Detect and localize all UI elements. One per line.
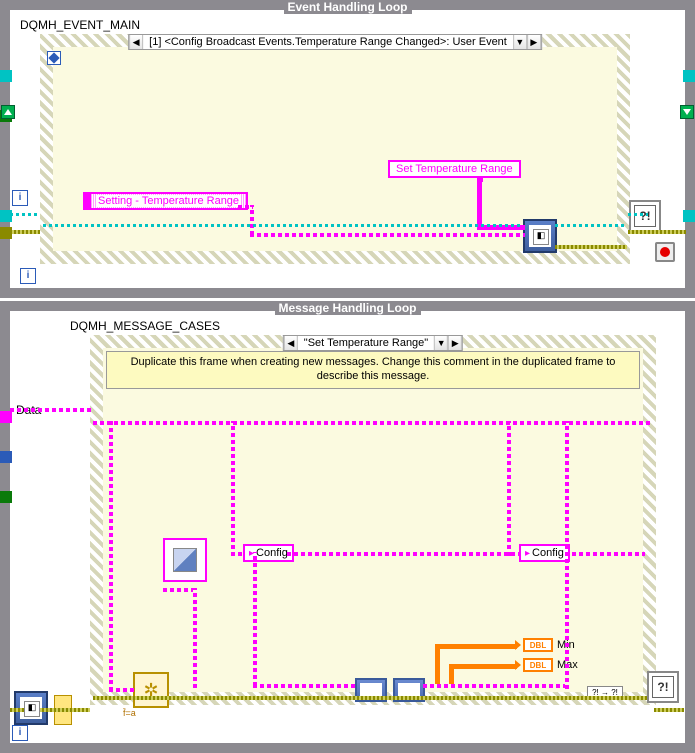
mhl-iteration-term: i [12, 725, 28, 741]
wire-config-down [253, 552, 257, 686]
wire-min-v [435, 644, 440, 684]
msg-dropdown-arrow-icon[interactable]: ▼ [434, 336, 448, 350]
error-handler-vi-icon[interactable]: ?! [629, 200, 661, 232]
prev-msg-arrow-icon[interactable]: ◀ [284, 336, 298, 350]
wire-data-top [93, 421, 653, 425]
message-case-name: "Set Temperature Range" [298, 336, 434, 350]
tunnel-blue-in [0, 451, 12, 463]
event-case-selector[interactable]: ◀ [1] <Config Broadcast Events.Temperatu… [128, 34, 542, 50]
event-data-setting: Setting - Temperature Range [83, 192, 248, 210]
dynamic-event-terminal-icon [47, 51, 61, 65]
tunnel-refnum-out [683, 70, 695, 82]
shift-register-left [1, 105, 15, 119]
max-indicator: DBL Max [515, 658, 578, 672]
tunnel-error-in [0, 227, 12, 239]
message-case-selector[interactable]: ◀ "Set Temperature Range" ▼ ▶ [283, 335, 463, 351]
message-handling-loop-frame: Message Handling Loop DQMH_MESSAGE_CASES… [0, 301, 695, 753]
wire-queue-ref-out [555, 224, 627, 227]
wire-from-node-b [423, 684, 565, 688]
case-comment: Duplicate this frame when creating new m… [106, 351, 640, 389]
enqueue-message-vi-icon[interactable]: ◧ [523, 219, 557, 253]
variant-unbundle-icon[interactable] [54, 695, 72, 725]
wire-cluster-h [163, 588, 193, 592]
wire-setting-h [250, 233, 525, 237]
bundle-config-right[interactable]: Config [519, 544, 570, 562]
event-structure-label: DQMH_EVENT_MAIN [20, 18, 140, 32]
wire-error-left [10, 230, 40, 234]
message-name-constant: Set Temperature Range [388, 160, 521, 178]
tunnel-queue-in [0, 210, 12, 222]
min-indicator: DBL Min [515, 638, 575, 652]
cluster-constant-icon[interactable] [163, 538, 207, 582]
tunnel-green-in [0, 491, 12, 503]
event-case-label: [1] <Config Broadcast Events.Temperature… [143, 35, 513, 49]
dequeue-vi-icon[interactable]: ◧ [14, 691, 48, 725]
event-handling-loop-frame: Event Handling Loop DQMH_EVENT_MAIN i ◀ … [0, 0, 695, 298]
min-label: Min [557, 639, 575, 651]
iteration-terminal: i [12, 190, 28, 206]
wire-setting-v [250, 205, 254, 235]
next-msg-arrow-icon[interactable]: ▶ [448, 336, 462, 350]
message-case-structure: ◀ "Set Temperature Range" ▼ ▶ Duplicate … [90, 335, 656, 705]
min-indicator-arrow-icon [515, 640, 521, 650]
unbundle-config-left[interactable]: Config [243, 544, 294, 562]
wire-to-node-a [253, 684, 357, 688]
message-case-label-text: DQMH_MESSAGE_CASES [70, 319, 220, 333]
min-dbl-box: DBL [523, 638, 553, 652]
data-wire-label: Data [16, 403, 41, 417]
max-label: Max [557, 659, 578, 671]
wire-min [435, 644, 517, 649]
wire-max-v [449, 664, 454, 684]
wire-queue-left [10, 213, 40, 216]
stop-terminal-icon [655, 242, 675, 262]
max-dbl-box: DBL [523, 658, 553, 672]
wire-msg-h [477, 225, 525, 230]
tunnel-queue-out [683, 210, 695, 222]
wire-data-left-v [109, 421, 113, 691]
event-case-structure: ◀ [1] <Config Broadcast Events.Temperatu… [40, 34, 630, 264]
process-node-a-icon[interactable] [355, 678, 387, 702]
wire-config-right-out [565, 552, 645, 556]
wire-cluster-down [193, 588, 197, 688]
wire-queue-ref [43, 224, 523, 227]
wire-max [449, 664, 517, 669]
mhl-error-handler-vi-icon[interactable]: ?! [647, 671, 679, 703]
tunnel-data-in [0, 411, 12, 423]
process-node-b-icon[interactable] [393, 678, 425, 702]
wire-config-across [287, 552, 519, 556]
fn-label: f̄=a [123, 708, 136, 718]
case-dropdown-arrow-icon[interactable]: ▼ [513, 35, 527, 49]
wire-data-mid1-v [231, 421, 235, 556]
loop-iteration-term: i [20, 268, 36, 284]
tunnel-refnum-in [0, 70, 12, 82]
prev-case-arrow-icon[interactable]: ◀ [129, 35, 143, 49]
wire-data-mid2-v [507, 421, 511, 556]
wire-msg-v [477, 177, 482, 227]
wire-data-to-gear [109, 688, 134, 692]
wire-error-out [555, 245, 627, 249]
variant-to-data-vi-icon[interactable] [133, 672, 169, 708]
shift-register-right [680, 105, 694, 119]
max-indicator-arrow-icon [515, 660, 521, 670]
error-coerce-node[interactable]: ?! → ?! [587, 686, 623, 700]
next-case-arrow-icon[interactable]: ▶ [527, 35, 541, 49]
wire-error-outer-right [654, 708, 684, 712]
